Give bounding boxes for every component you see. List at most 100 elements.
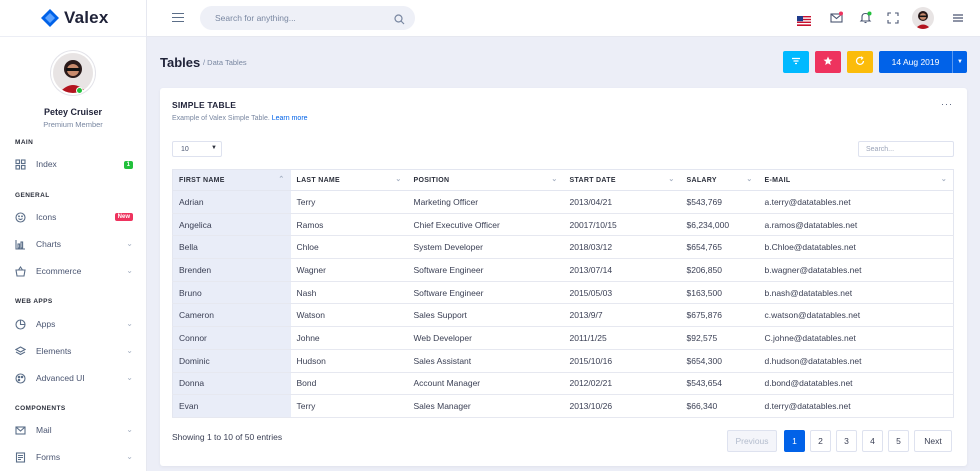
sort-icon: ⌄ xyxy=(551,176,558,183)
mail-icon[interactable] xyxy=(829,10,844,25)
breadcrumb[interactable]: / Data Tables xyxy=(203,58,247,67)
sidebar-item-mail[interactable]: Mail ⌄ xyxy=(0,419,147,441)
chevron-down-icon: ⌄ xyxy=(126,452,133,461)
avatar[interactable] xyxy=(51,51,95,95)
new-badge: New xyxy=(114,213,133,221)
chevron-down-icon: ⌄ xyxy=(126,425,133,434)
filter-icon xyxy=(791,53,801,71)
table-cell: 2018/03/12 xyxy=(563,235,681,260)
mail-icon xyxy=(15,425,26,436)
menu-icon[interactable] xyxy=(950,10,965,25)
table-row[interactable]: Brenden Wagner Software Engineer 2013/07/14… xyxy=(172,258,954,282)
learn-more-link[interactable]: Learn more xyxy=(272,115,308,122)
column-header-start-date[interactable]: START DATE ⌄ xyxy=(563,169,681,191)
table-cell: Connor xyxy=(172,326,291,350)
table-row[interactable]: Evan Terry Sales Manager 2013/10/26 $66,340 d… xyxy=(172,394,954,418)
page-length-value: 10 xyxy=(181,145,189,153)
search-input[interactable]: Search for anything... xyxy=(200,6,415,30)
table-cell: 2013/04/21 xyxy=(563,190,681,214)
sidebar-item-label: Mail xyxy=(36,425,52,435)
us-flag-icon[interactable] xyxy=(797,13,811,26)
table-body: Adrian Terry Marketing Officer 2013/04/21 $5… xyxy=(172,190,954,418)
table-row[interactable]: Donna Bond Account Manager 2012/02/21 $543,6… xyxy=(172,372,954,396)
table-cell: Software Engineer xyxy=(407,258,564,282)
user-profile: Petey Cruiser Premium Member xyxy=(0,37,146,129)
sidebar-item-forms[interactable]: Forms ⌄ xyxy=(0,446,147,468)
palette-icon xyxy=(15,372,26,384)
table-cell: Web Developer xyxy=(407,326,564,350)
valex-logo-icon xyxy=(40,8,60,28)
table-row[interactable]: Connor Johne Web Developer 2011/1/25 $92,575… xyxy=(172,326,954,350)
column-header-first-name[interactable]: FIRST NAME ⌃ xyxy=(172,169,291,191)
table-cell: Johne xyxy=(290,326,408,350)
brand[interactable]: Valex xyxy=(0,0,146,37)
sidebar-item-label: Elements xyxy=(36,346,72,356)
table-row[interactable]: Bella Chloe System Developer 2018/03/12 $654… xyxy=(172,235,954,260)
user-role: Premium Member xyxy=(43,120,103,129)
card-subtitle-text: Example of Valex Simple Table. xyxy=(172,115,270,122)
menu-toggle-icon[interactable] xyxy=(172,13,184,25)
previous-page-button[interactable]: Previous xyxy=(727,430,777,452)
fullscreen-icon[interactable] xyxy=(885,10,900,25)
column-header-email[interactable]: E-MAIL ⌄ xyxy=(758,169,954,191)
table-cell: 20017/10/15 xyxy=(563,213,681,237)
basket-icon xyxy=(15,265,26,277)
filter-button[interactable] xyxy=(783,51,809,73)
sort-icon: ⌄ xyxy=(395,176,402,183)
sort-asc-icon: ⌃ xyxy=(278,176,285,183)
page-button-3[interactable]: 3 xyxy=(836,430,857,452)
column-header-salary[interactable]: SALARY ⌄ xyxy=(680,169,759,191)
data-table: FIRST NAME ⌃ LAST NAME ⌄ POSITION ⌄ START D… xyxy=(172,169,954,418)
online-status-icon xyxy=(76,87,83,94)
sidebar-item-index[interactable]: Index 1 xyxy=(0,153,147,175)
sidebar-item-label: Ecommerce xyxy=(36,266,82,276)
table-cell: a.terry@datatables.net xyxy=(758,190,954,214)
chevron-down-icon: ⌄ xyxy=(126,373,133,382)
column-header-position[interactable]: POSITION ⌄ xyxy=(407,169,564,191)
section-title-web-apps: WEB APPS xyxy=(15,298,53,305)
table-cell: Donna xyxy=(172,372,291,396)
caret-down-icon[interactable]: ▼ xyxy=(952,51,967,73)
table-cell: $92,575 xyxy=(680,326,759,350)
page-button-1[interactable]: 1 xyxy=(784,430,805,452)
sidebar-item-icons[interactable]: Icons New xyxy=(0,206,147,228)
page-button-2[interactable]: 2 xyxy=(810,430,831,452)
search-placeholder: Search for anything... xyxy=(215,13,296,23)
page-length-select[interactable]: 10 ▼ xyxy=(172,141,222,157)
page-button-4[interactable]: 4 xyxy=(862,430,883,452)
search-icon[interactable] xyxy=(394,12,405,30)
date-dropdown-button[interactable]: 14 Aug 2019 ▼ xyxy=(879,51,967,73)
table-row[interactable]: Adrian Terry Marketing Officer 2013/04/21 $5… xyxy=(172,190,954,214)
table-row[interactable]: Dominic Hudson Sales Assistant 2015/10/16 $6… xyxy=(172,349,954,373)
table-row[interactable]: Bruno Nash Software Engineer 2015/05/03 $163… xyxy=(172,281,954,305)
column-header-last-name[interactable]: LAST NAME ⌄ xyxy=(290,169,408,191)
sidebar-item-apps[interactable]: Apps ⌄ xyxy=(0,313,147,335)
sidebar-item-elements[interactable]: Elements ⌄ xyxy=(0,340,147,362)
page-title: Tables xyxy=(160,55,201,70)
more-options-icon[interactable]: ··· xyxy=(941,99,953,109)
sidebar-item-charts[interactable]: Charts ⌄ xyxy=(0,233,147,255)
section-title-components: COMPONENTS xyxy=(15,405,66,412)
table-row[interactable]: Angelica Ramos Chief Executive Officer 2001… xyxy=(172,213,954,237)
bar-chart-icon xyxy=(15,239,26,250)
table-cell: c.watson@datatables.net xyxy=(758,303,954,328)
sort-icon: ⌄ xyxy=(746,176,753,183)
table-row[interactable]: Cameron Watson Sales Support 2013/9/7 $675,8… xyxy=(172,303,954,328)
table-cell: Sales Assistant xyxy=(407,349,564,373)
table-search-input[interactable]: Search... xyxy=(858,141,954,157)
sidebar-item-advanced-ui[interactable]: Advanced UI ⌄ xyxy=(0,367,147,389)
table-cell: Hudson xyxy=(290,349,408,373)
table-cell: d.bond@datatables.net xyxy=(758,372,954,396)
bell-icon[interactable] xyxy=(858,10,873,25)
table-cell: C.johne@datatables.net xyxy=(758,326,954,350)
page-button-5[interactable]: 5 xyxy=(888,430,909,452)
favorite-button[interactable] xyxy=(815,51,841,73)
card-subtitle: Example of Valex Simple Table. Learn mor… xyxy=(172,115,308,122)
table-cell: b.Chloe@datatables.net xyxy=(758,235,954,260)
sidebar-item-ecommerce[interactable]: Ecommerce ⌄ xyxy=(0,260,147,282)
avatar[interactable] xyxy=(912,7,934,29)
table-cell: b.nash@datatables.net xyxy=(758,281,954,305)
next-page-button[interactable]: Next xyxy=(914,430,952,452)
refresh-button[interactable] xyxy=(847,51,873,73)
chevron-down-icon: ⌄ xyxy=(126,346,133,355)
